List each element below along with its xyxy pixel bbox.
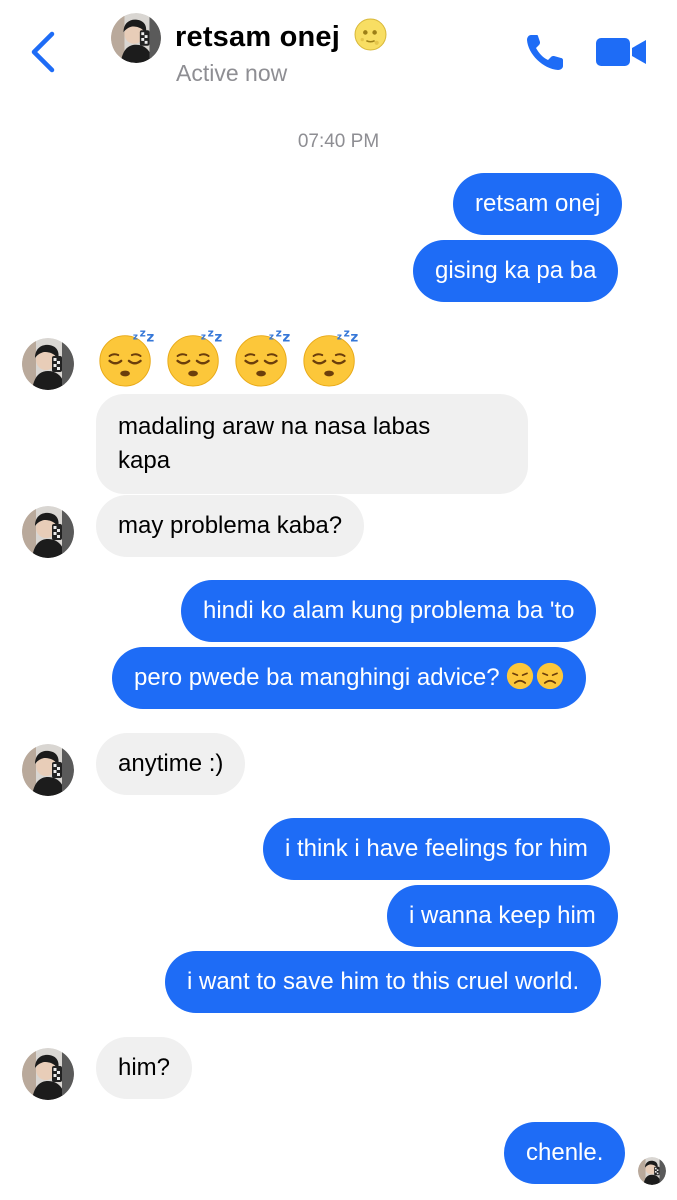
active-status: Active now bbox=[176, 60, 288, 86]
video-call-icon[interactable] bbox=[596, 36, 648, 68]
outgoing-message[interactable]: chenle. bbox=[504, 1122, 626, 1184]
outgoing-message[interactable]: pero pwede ba manghingi advice? bbox=[112, 647, 587, 709]
sleeping-face-icon bbox=[164, 326, 226, 388]
message-line: kapa bbox=[118, 447, 171, 474]
sender-avatar[interactable] bbox=[22, 338, 74, 390]
chat-header: retsam onej Active now bbox=[0, 0, 677, 104]
moon-face-icon bbox=[354, 18, 387, 51]
outgoing-message[interactable]: gising ka pa ba bbox=[413, 240, 619, 302]
contact-avatar[interactable] bbox=[111, 13, 161, 63]
back-chevron-icon[interactable] bbox=[28, 30, 58, 74]
sender-avatar[interactable] bbox=[22, 1048, 74, 1100]
message-line: madaling araw na nasa labas bbox=[118, 413, 431, 440]
sleeping-face-icon bbox=[300, 326, 362, 388]
outgoing-message[interactable]: i want to save him to this cruel world. bbox=[165, 951, 602, 1013]
sleeping-face-icon bbox=[232, 326, 294, 388]
sleeping-face-icon bbox=[96, 326, 158, 388]
sender-avatar[interactable] bbox=[22, 744, 74, 796]
outgoing-message[interactable]: hindi ko alam kung problema ba 'to bbox=[181, 580, 597, 642]
outgoing-message[interactable]: retsam onej bbox=[453, 173, 623, 235]
incoming-message[interactable]: madaling araw na nasa labas kapa bbox=[96, 394, 528, 494]
outgoing-message[interactable]: i think i have feelings for him bbox=[263, 818, 610, 880]
phone-call-icon[interactable] bbox=[525, 32, 567, 72]
incoming-message[interactable]: may problema kaba? bbox=[96, 495, 365, 557]
incoming-message[interactable]: him? bbox=[96, 1037, 193, 1099]
contact-name[interactable]: retsam onej bbox=[175, 18, 387, 54]
disappointed-face-icon bbox=[506, 662, 534, 690]
sender-avatar[interactable] bbox=[22, 506, 74, 558]
contact-name-text: retsam onej bbox=[175, 21, 340, 53]
outgoing-message[interactable]: i wanna keep him bbox=[387, 885, 618, 947]
message-text: pero pwede ba manghingi advice? bbox=[134, 664, 500, 691]
incoming-message[interactable]: anytime :) bbox=[96, 733, 246, 795]
read-receipt-avatar bbox=[638, 1157, 666, 1185]
emoji-message[interactable] bbox=[96, 326, 362, 388]
message-timestamp: 07:40 PM bbox=[297, 131, 380, 152]
disappointed-face-icon bbox=[536, 662, 564, 690]
